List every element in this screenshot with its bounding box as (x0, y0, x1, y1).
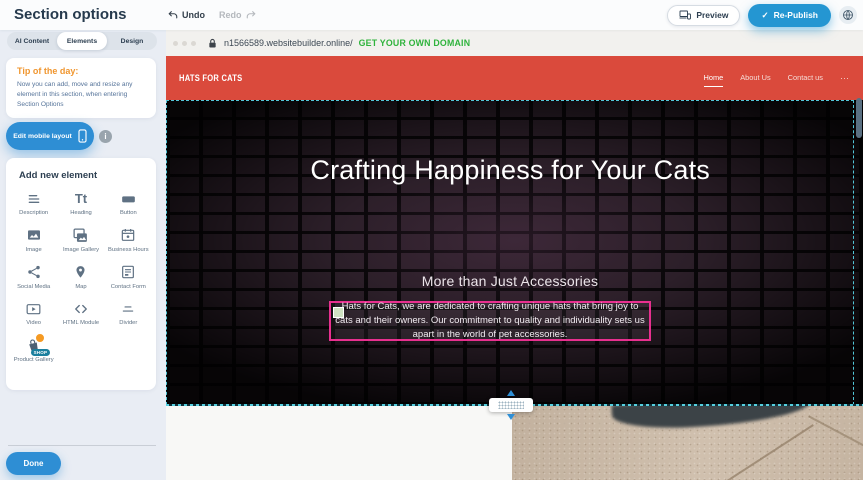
scrollbar-thumb[interactable] (856, 98, 862, 138)
html-module-icon (73, 300, 89, 317)
phone-icon (78, 129, 87, 143)
browser-dot (173, 41, 178, 46)
edit-mobile-label: Edit mobile layout (13, 133, 72, 140)
undo-redo-group: Undo Redo (168, 0, 256, 30)
resize-arrow-up-icon (507, 390, 515, 396)
hero-paragraph-box[interactable]: Hats for Cats, we are dedicated to craft… (329, 301, 651, 341)
browser-dot (191, 41, 196, 46)
photo-shadow-shape (611, 406, 812, 431)
element-description[interactable]: Description (10, 190, 57, 218)
divider-icon (120, 300, 136, 317)
tip-body: Now you can add, move and resize any ele… (17, 80, 145, 110)
element-contact-form[interactable]: Contact Form (105, 264, 152, 292)
shop-tag: SHOP (31, 349, 51, 356)
element-business-hours[interactable]: Business Hours (105, 227, 152, 255)
element-social-media[interactable]: Social Media (10, 264, 57, 292)
hero-section[interactable]: Crafting Happiness for Your Cats More th… (166, 100, 863, 405)
element-html-module[interactable]: HTML Module (57, 300, 104, 328)
video-icon (25, 300, 42, 317)
description-icon (26, 190, 42, 207)
section-resize-handle[interactable] (489, 398, 533, 412)
get-domain-link[interactable]: GET YOUR OWN DOMAIN (359, 38, 471, 48)
undo-label: Undo (182, 10, 205, 20)
tip-of-the-day-card: Tip of the day: Now you can add, move an… (6, 58, 156, 118)
devices-icon (679, 10, 691, 20)
preview-button[interactable]: Preview (667, 5, 740, 26)
hero-heading[interactable]: Crafting Happiness for Your Cats (295, 150, 725, 192)
info-icon[interactable]: i (99, 130, 112, 143)
page-title: Section options (14, 6, 127, 23)
element-image[interactable]: Image (10, 227, 57, 255)
element-video[interactable]: Video (10, 300, 57, 328)
element-button[interactable]: Button (105, 190, 152, 218)
element-drag-handle[interactable] (333, 307, 344, 318)
new-badge-icon (35, 333, 45, 343)
browser-bar: n1566589.websitebuilder.online/ GET YOUR… (166, 30, 863, 56)
pavement-seam (808, 415, 863, 454)
sidebar: AI Content Elements Design Tip of the da… (0, 30, 166, 480)
undo-icon (168, 10, 178, 20)
social-media-icon (26, 264, 42, 281)
section-selection-outline (166, 100, 854, 405)
grip-dots-icon (498, 401, 524, 409)
add-panel-title: Add new element (6, 158, 156, 183)
map-icon (73, 264, 88, 281)
redo-icon (246, 10, 256, 20)
element-map[interactable]: Map (57, 264, 104, 292)
pavement-photo (512, 406, 863, 480)
lock-icon (208, 38, 217, 49)
element-product-gallery[interactable]: SHOP Product Gallery (10, 337, 57, 365)
resize-arrow-down-icon (507, 414, 515, 420)
site-header: HATS FOR CATS Home About Us Contact us ⋯ (166, 56, 863, 100)
image-icon (26, 227, 42, 244)
nav-contact-us[interactable]: Contact us (788, 73, 823, 84)
nav-about-us[interactable]: About Us (740, 73, 770, 84)
hero-paragraph: Hats for Cats, we are dedicated to craft… (331, 300, 649, 343)
tab-ai-content[interactable]: AI Content (7, 32, 57, 50)
button-icon (120, 190, 137, 207)
tab-design[interactable]: Design (107, 32, 157, 50)
product-gallery-icon: SHOP (25, 337, 42, 354)
tab-elements[interactable]: Elements (57, 32, 107, 50)
republish-button[interactable]: ✓ Re-Publish (748, 4, 831, 27)
hero-subheading[interactable]: More than Just Accessories (166, 273, 854, 289)
heading-icon: Tt (75, 190, 87, 207)
element-image-gallery[interactable]: Image Gallery (57, 227, 104, 255)
element-grid: Description Tt Heading Button Image Imag… (6, 183, 156, 365)
nav-home[interactable]: Home (704, 73, 724, 87)
site-logo[interactable]: HATS FOR CATS (179, 73, 242, 83)
pavement-seam (720, 424, 813, 480)
sidebar-tabs: AI Content Elements Design (7, 32, 157, 50)
check-icon: ✓ (761, 10, 768, 21)
edit-mobile-layout-button[interactable]: Edit mobile layout (6, 122, 94, 150)
topbar: Section options Undo Redo Preview ✓ Re-P… (0, 0, 863, 30)
undo-button[interactable]: Undo (168, 10, 205, 20)
element-heading[interactable]: Tt Heading (57, 190, 104, 218)
site-url: n1566589.websitebuilder.online/ (224, 38, 353, 48)
image-gallery-icon (72, 227, 89, 244)
globe-icon (842, 9, 854, 21)
language-globe-button[interactable] (839, 6, 857, 24)
screen: Section options Undo Redo Preview ✓ Re-P… (0, 0, 863, 480)
done-button[interactable]: Done (6, 452, 61, 475)
site-preview: n1566589.websitebuilder.online/ GET YOUR… (166, 30, 863, 480)
add-element-panel: Add new element Description Tt Heading B… (6, 158, 156, 390)
topbar-actions: Preview ✓ Re-Publish (667, 0, 857, 30)
redo-label: Redo (219, 10, 242, 20)
preview-label: Preview (696, 10, 728, 20)
redo-button[interactable]: Redo (219, 10, 256, 20)
business-hours-icon (120, 227, 136, 244)
contact-form-icon (120, 264, 136, 281)
element-divider[interactable]: Divider (105, 300, 152, 328)
republish-label: Re-Publish (774, 10, 818, 20)
tip-title: Tip of the day: (17, 66, 145, 76)
sidebar-divider (8, 445, 156, 446)
browser-dot (182, 41, 187, 46)
site-nav: Home About Us Contact us ⋯ (704, 73, 850, 84)
